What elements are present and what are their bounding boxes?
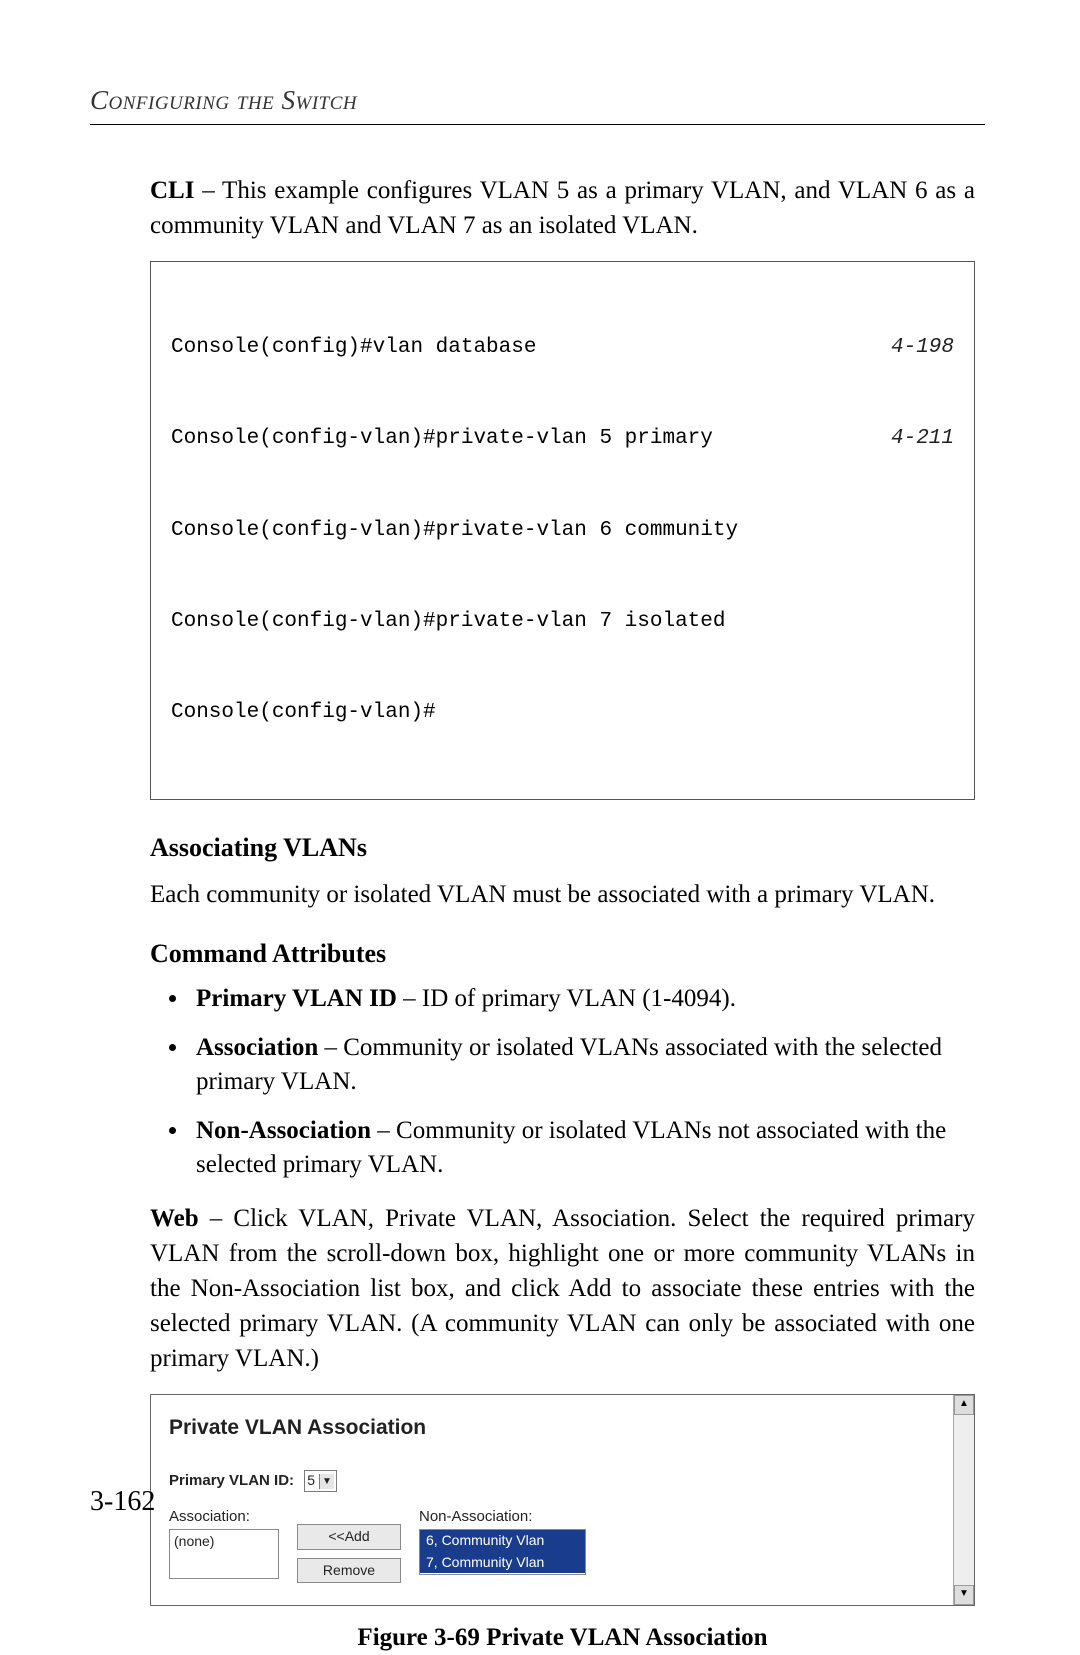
scroll-down-icon[interactable]: ▼: [954, 1585, 974, 1605]
association-row: Association: (none) <<Add Remove Non-Ass…: [169, 1506, 956, 1583]
list-item: Primary VLAN ID – ID of primary VLAN (1-…: [190, 982, 975, 1017]
main-content: CLI – This example configures VLAN 5 as …: [150, 173, 975, 1655]
list-item: Association – Community or isolated VLAN…: [190, 1031, 975, 1100]
page: Configuring the Switch CLI – This exampl…: [0, 0, 1080, 1570]
attribute-list: Primary VLAN ID – ID of primary VLAN (1-…: [150, 982, 975, 1183]
non-association-column: Non-Association: 6, Community Vlan 7, Co…: [419, 1506, 586, 1575]
cli-line: Console(config)#vlan database 4-198: [171, 333, 954, 363]
section-heading-associating: Associating VLANs: [150, 830, 975, 866]
cli-line: Console(config-vlan)#private-vlan 5 prim…: [171, 424, 954, 454]
figure-caption: Figure 3-69 Private VLAN Association: [150, 1620, 975, 1655]
scroll-up-icon[interactable]: ▲: [954, 1395, 974, 1415]
cli-intro-text: – This example configures VLAN 5 as a pr…: [150, 177, 975, 239]
cli-label: CLI: [150, 177, 194, 204]
figure-frame: Private VLAN Association Primary VLAN ID…: [150, 1394, 975, 1606]
cli-intro-paragraph: CLI – This example configures VLAN 5 as …: [150, 173, 975, 243]
primary-vlan-select[interactable]: 5 ▼: [304, 1470, 337, 1492]
page-number: 3-162: [90, 1486, 155, 1518]
association-label: Association:: [169, 1506, 279, 1527]
cli-cmd: Console(config-vlan)#private-vlan 6 comm…: [171, 516, 738, 546]
cli-line: Console(config-vlan)#: [171, 698, 954, 728]
section-paragraph: Each community or isolated VLAN must be …: [150, 877, 975, 912]
cli-cmd: Console(config-vlan)#private-vlan 5 prim…: [171, 424, 713, 454]
attr-name: Non-Association: [196, 1117, 371, 1144]
attr-name: Primary VLAN ID: [196, 985, 397, 1012]
figure-inner: Private VLAN Association Primary VLAN ID…: [151, 1395, 974, 1605]
section-heading-attributes: Command Attributes: [150, 936, 975, 972]
cli-line: Console(config-vlan)#private-vlan 6 comm…: [171, 516, 954, 546]
primary-vlan-row: Primary VLAN ID: 5 ▼: [169, 1470, 956, 1492]
cli-cmd: Console(config-vlan)#: [171, 698, 436, 728]
primary-vlan-value: 5: [307, 1472, 315, 1488]
list-item: Non-Association – Community or isolated …: [190, 1114, 975, 1183]
add-button[interactable]: <<Add: [297, 1524, 401, 1550]
association-column: Association: (none): [169, 1506, 279, 1579]
attr-name: Association: [196, 1034, 318, 1061]
listbox-option-selected[interactable]: 6, Community Vlan: [420, 1530, 585, 1552]
non-association-listbox[interactable]: 6, Community Vlan 7, Community Vlan: [419, 1529, 586, 1575]
web-text: – Click VLAN, Private VLAN, Association.…: [150, 1205, 975, 1372]
cli-code-block: Console(config)#vlan database 4-198 Conso…: [150, 261, 975, 800]
cli-page-ref: 4-211: [891, 424, 954, 454]
cli-line: Console(config-vlan)#private-vlan 7 isol…: [171, 607, 954, 637]
remove-button[interactable]: Remove: [297, 1558, 401, 1584]
web-label: Web: [150, 1205, 199, 1232]
cli-cmd: Console(config)#vlan database: [171, 333, 536, 363]
chapter-header: Configuring the Switch: [90, 85, 985, 116]
attr-desc: – ID of primary VLAN (1-4094).: [397, 985, 736, 1012]
button-column: <<Add Remove: [297, 1524, 401, 1583]
figure-title: Private VLAN Association: [169, 1413, 956, 1442]
association-listbox[interactable]: (none): [169, 1529, 279, 1579]
chevron-down-icon: ▼: [319, 1474, 334, 1489]
header-rule: [90, 124, 985, 125]
association-listbox-value: (none): [174, 1533, 214, 1549]
primary-vlan-label: Primary VLAN ID:: [169, 1472, 294, 1489]
cli-page-ref: 4-198: [891, 333, 954, 363]
web-paragraph: Web – Click VLAN, Private VLAN, Associat…: [150, 1201, 975, 1376]
non-association-label: Non-Association:: [419, 1506, 586, 1527]
cli-cmd: Console(config-vlan)#private-vlan 7 isol…: [171, 607, 726, 637]
scrollbar[interactable]: ▲ ▼: [953, 1395, 974, 1605]
